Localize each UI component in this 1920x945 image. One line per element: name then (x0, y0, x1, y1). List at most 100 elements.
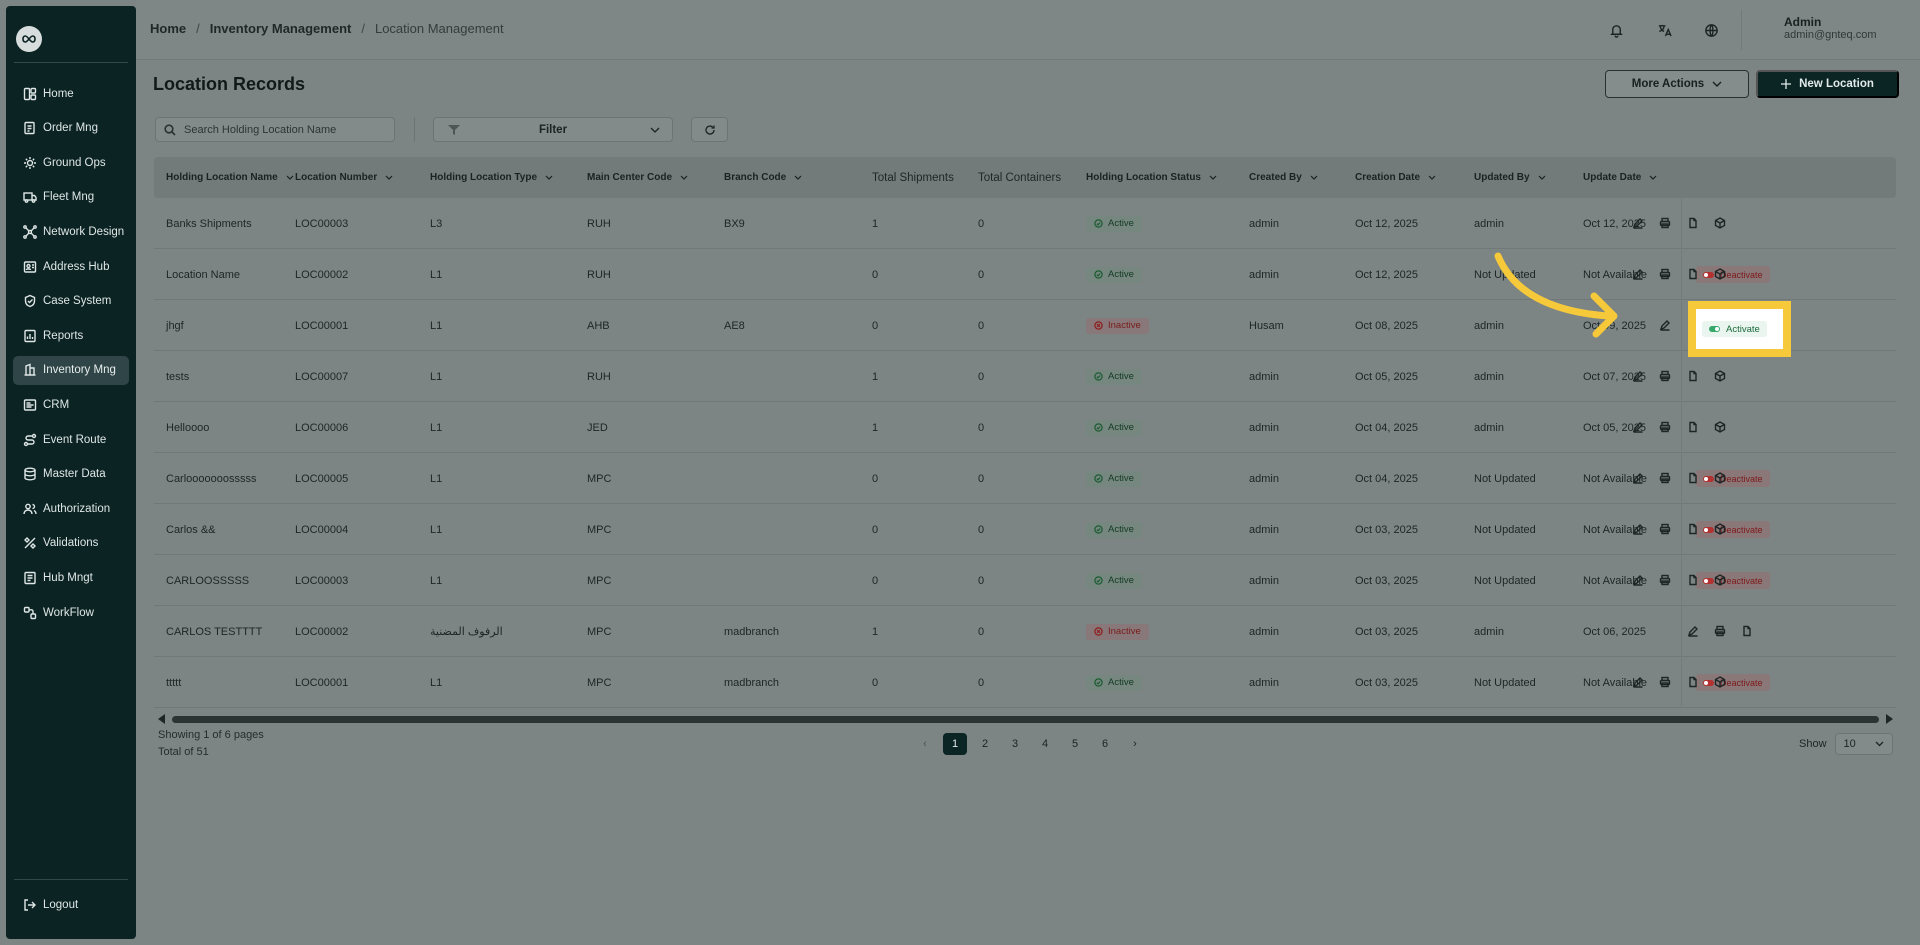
table-row[interactable]: jhgf LOC00001 L1 AHB AE8 0 0 Inactive Husam Oct 0… (154, 300, 1896, 351)
package-icon[interactable] (1713, 573, 1727, 587)
print-icon[interactable] (1658, 369, 1672, 383)
edit-pencil-icon[interactable] (1631, 675, 1645, 689)
package-icon[interactable] (1713, 420, 1727, 434)
document-icon[interactable] (1740, 624, 1754, 638)
print-icon[interactable] (1658, 420, 1672, 434)
column-header-main-center-code[interactable]: Main Center Code (587, 157, 688, 198)
column-header-location-number[interactable]: Location Number (295, 157, 393, 198)
page-4-button[interactable]: 4 (1030, 733, 1060, 755)
sidebar-item-validations[interactable]: Validations (13, 529, 129, 558)
breadcrumb-home[interactable]: Home (150, 21, 186, 36)
page-1-button[interactable]: 1 (943, 733, 967, 755)
document-icon[interactable] (1686, 216, 1700, 230)
column-header-holding-location-name[interactable]: Holding Location Name (166, 157, 294, 198)
package-icon[interactable] (1713, 675, 1727, 689)
column-header-holding-location-type[interactable]: Holding Location Type (430, 157, 553, 198)
sidebar-item-authorization[interactable]: Authorization (13, 494, 129, 523)
app-logo-icon[interactable] (16, 26, 42, 52)
scroll-left-arrow-icon[interactable] (158, 714, 165, 724)
sidebar-item-address-hub[interactable]: Address Hub (13, 252, 129, 281)
table-row[interactable]: Helloooo LOC00006 L1 JED 1 0 Active admin Oct 04… (154, 402, 1896, 453)
edit-pencil-icon[interactable] (1631, 522, 1645, 536)
sidebar-item-event-route[interactable]: Event Route (13, 425, 129, 454)
breadcrumb-section[interactable]: Inventory Management (210, 21, 352, 36)
edit-pencil-icon[interactable] (1631, 369, 1645, 383)
column-header-update-date[interactable]: Update Date (1583, 157, 1657, 198)
print-icon[interactable] (1658, 267, 1672, 281)
activate-button-highlighted[interactable]: Activate (1702, 321, 1767, 337)
print-icon[interactable] (1658, 675, 1672, 689)
user-profile[interactable]: Admin admin@gnteq.com (1752, 8, 1912, 50)
translate-icon[interactable] (1650, 16, 1678, 44)
package-icon[interactable] (1713, 369, 1727, 383)
sidebar-item-home[interactable]: Home (13, 79, 129, 108)
document-icon[interactable] (1686, 675, 1700, 689)
sidebar-item-master-data[interactable]: Master Data (13, 460, 129, 489)
table-row[interactable]: CARLOOSSSSS LOC00003 L1 MPC 0 0 Active admin Oct… (154, 555, 1896, 606)
page-2-button[interactable]: 2 (970, 733, 1000, 755)
column-header-created-by[interactable]: Created By (1249, 157, 1318, 198)
package-icon[interactable] (1713, 522, 1727, 536)
sidebar-item-workflow[interactable]: WorkFlow (13, 598, 129, 627)
sidebar-item-fleet-mng[interactable]: Fleet Mng (13, 183, 129, 212)
package-icon[interactable] (1713, 216, 1727, 230)
edit-pencil-icon[interactable] (1686, 624, 1700, 638)
column-header-total-shipments[interactable]: Total Shipments (872, 157, 954, 198)
document-icon[interactable] (1686, 573, 1700, 587)
prev-page-chevron-icon[interactable]: ‹ (910, 733, 940, 755)
search-box[interactable] (155, 117, 395, 142)
table-row[interactable]: Carlos && LOC00004 L1 MPC 0 0 Active admin Oct 0… (154, 504, 1896, 555)
sidebar-item-order-mng[interactable]: Order Mng (13, 114, 129, 143)
scrollbar-thumb[interactable] (172, 716, 1879, 723)
edit-pencil-icon[interactable] (1631, 420, 1645, 434)
table-row[interactable]: tests LOC00007 L1 RUH 1 0 Active admin Oct 05, 2… (154, 351, 1896, 402)
more-actions-button[interactable]: More Actions (1605, 70, 1749, 98)
table-row[interactable]: CARLOS TESTTTT LOC00002 الرفوف المضنية MPC m… (154, 606, 1896, 657)
horizontal-scrollbar[interactable] (158, 714, 1893, 724)
edit-pencil-icon[interactable] (1631, 573, 1645, 587)
document-icon[interactable] (1686, 522, 1700, 536)
page-5-button[interactable]: 5 (1060, 733, 1090, 755)
print-icon[interactable] (1658, 471, 1672, 485)
deactivate-button[interactable]: Deactivate (1696, 572, 1770, 589)
table-row[interactable]: Location Name LOC00002 L1 RUH 0 0 Active admin O… (154, 249, 1896, 300)
new-location-button[interactable]: New Location (1756, 70, 1899, 98)
package-icon[interactable] (1713, 471, 1727, 485)
document-icon[interactable] (1686, 471, 1700, 485)
sidebar-item-crm[interactable]: CRM (13, 390, 129, 419)
scroll-right-arrow-icon[interactable] (1886, 714, 1893, 724)
page-6-button[interactable]: 6 (1090, 733, 1120, 755)
deactivate-button[interactable]: Deactivate (1696, 674, 1770, 691)
refresh-button[interactable] (691, 117, 728, 142)
document-icon[interactable] (1686, 267, 1700, 281)
next-page-chevron-icon[interactable]: › (1120, 733, 1150, 755)
column-header-creation-date[interactable]: Creation Date (1355, 157, 1436, 198)
document-icon[interactable] (1686, 369, 1700, 383)
edit-pencil-icon[interactable] (1631, 471, 1645, 485)
page-3-button[interactable]: 3 (1000, 733, 1030, 755)
table-row[interactable]: Banks Shipments LOC00003 L3 RUH BX9 1 0 Active a… (154, 198, 1896, 249)
sidebar-item-ground-ops[interactable]: Ground Ops (13, 148, 129, 177)
column-header-branch-code[interactable]: Branch Code (724, 157, 802, 198)
column-header-updated-by[interactable]: Updated By (1474, 157, 1546, 198)
page-size-select[interactable]: 10 (1834, 733, 1893, 755)
deactivate-button[interactable]: Deactivate (1696, 470, 1770, 487)
table-row[interactable]: ttttt LOC00001 L1 MPC madbranch 0 0 Active admin… (154, 657, 1896, 708)
edit-pencil-icon[interactable] (1658, 318, 1672, 332)
sidebar-item-case-system[interactable]: Case System (13, 287, 129, 316)
print-icon[interactable] (1658, 522, 1672, 536)
notifications-bell-icon[interactable] (1602, 16, 1630, 44)
print-icon[interactable] (1658, 573, 1672, 587)
globe-icon[interactable] (1697, 16, 1725, 44)
deactivate-button[interactable]: Deactivate (1696, 266, 1770, 283)
deactivate-button[interactable]: Deactivate (1696, 521, 1770, 538)
package-icon[interactable] (1713, 267, 1727, 281)
sidebar-item-reports[interactable]: Reports (13, 321, 129, 350)
print-icon[interactable] (1658, 216, 1672, 230)
document-icon[interactable] (1686, 420, 1700, 434)
sidebar-item-hub-mngt[interactable]: Hub Mngt (13, 563, 129, 592)
column-header-holding-location-status[interactable]: Holding Location Status (1086, 157, 1217, 198)
search-input[interactable] (184, 123, 384, 136)
edit-pencil-icon[interactable] (1631, 267, 1645, 281)
sidebar-item-inventory-mng[interactable]: Inventory Mng (13, 355, 129, 385)
